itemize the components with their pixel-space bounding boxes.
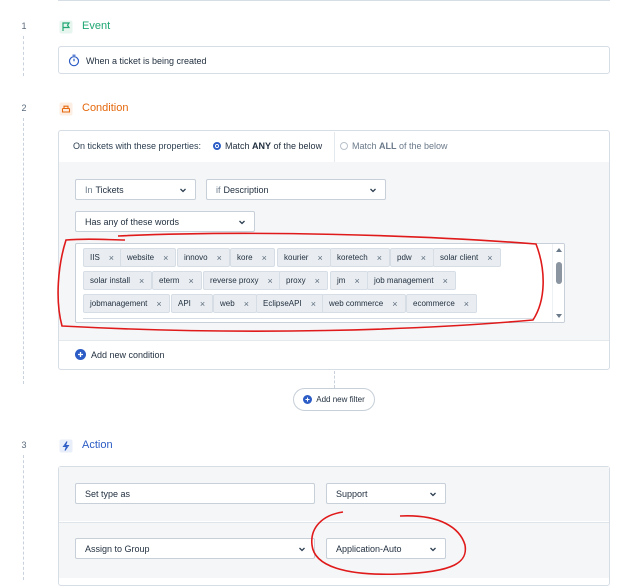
- annotation-circle-group: [311, 511, 467, 576]
- annotation-circle-tags: [57, 232, 544, 332]
- annotation-overlay: [57, 232, 544, 576]
